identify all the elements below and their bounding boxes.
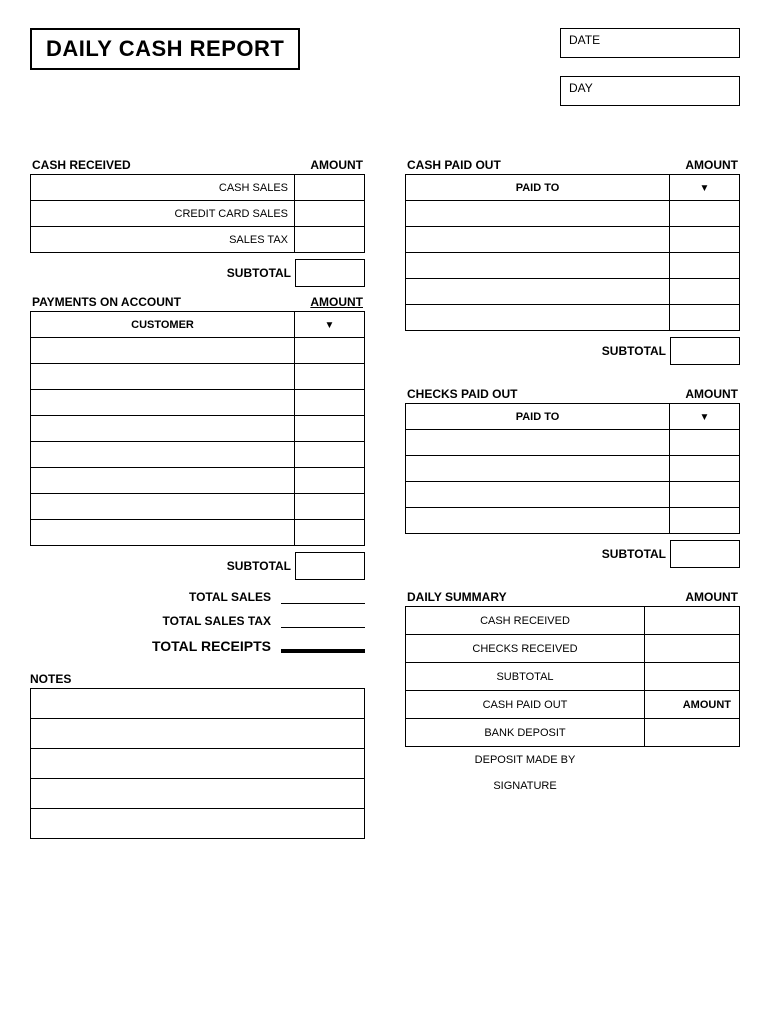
sales-tax-amount[interactable] bbox=[295, 227, 365, 253]
total-receipts-label: TOTAL RECEIPTS bbox=[152, 638, 271, 654]
paid-to-cell[interactable] bbox=[406, 227, 670, 253]
payments-subtotal-label: SUBTOTAL bbox=[227, 559, 291, 573]
notes-cell[interactable] bbox=[31, 749, 365, 779]
payment-amount-cell[interactable] bbox=[295, 338, 365, 364]
checks-amount-cell[interactable] bbox=[670, 430, 740, 456]
notes-cell[interactable] bbox=[31, 809, 365, 839]
notes-cell[interactable] bbox=[31, 779, 365, 809]
payment-amount-cell[interactable] bbox=[295, 468, 365, 494]
summary-cash-paid-out: CASH PAID OUT bbox=[406, 691, 645, 719]
cash-received-subtotal-box[interactable] bbox=[295, 259, 365, 287]
total-sales-line[interactable] bbox=[281, 590, 365, 604]
checks-paid-table: PAID TO ▼ bbox=[405, 403, 740, 534]
checks-paid-header: CHECKS PAID OUT bbox=[407, 387, 517, 401]
customer-header: CUSTOMER bbox=[31, 312, 295, 338]
paid-amount-cell[interactable] bbox=[670, 253, 740, 279]
summary-amount-cell[interactable] bbox=[645, 663, 740, 691]
summary-deposit-made-by: DEPOSIT MADE BY bbox=[406, 747, 645, 773]
paid-to-cell[interactable] bbox=[406, 201, 670, 227]
payment-amount-cell[interactable] bbox=[295, 364, 365, 390]
summary-bank-deposit: BANK DEPOSIT bbox=[406, 719, 645, 747]
checks-paid-to-cell[interactable] bbox=[406, 508, 670, 534]
customer-cell[interactable] bbox=[31, 442, 295, 468]
paid-amount-cell[interactable] bbox=[670, 279, 740, 305]
cash-sales-label: CASH SALES bbox=[31, 175, 295, 201]
customer-cell[interactable] bbox=[31, 520, 295, 546]
customer-cell[interactable] bbox=[31, 338, 295, 364]
payment-amount-cell[interactable] bbox=[295, 494, 365, 520]
chevron-down-icon: ▼ bbox=[325, 320, 335, 331]
daily-summary-table: CASH RECEIVED CHECKS RECEIVED SUBTOTAL C… bbox=[405, 606, 740, 799]
daily-summary-header: DAILY SUMMARY bbox=[407, 590, 507, 604]
payments-header: PAYMENTS ON ACCOUNT bbox=[32, 295, 181, 309]
day-field[interactable]: DAY bbox=[560, 76, 740, 106]
summary-amount-label: AMOUNT bbox=[645, 691, 740, 719]
checks-amount-cell[interactable] bbox=[670, 482, 740, 508]
summary-cash-received: CASH RECEIVED bbox=[406, 607, 645, 635]
cash-paid-table: PAID TO ▼ bbox=[405, 174, 740, 331]
cash-paid-subtotal-label: SUBTOTAL bbox=[602, 344, 666, 358]
notes-table bbox=[30, 688, 365, 839]
sales-tax-label: SALES TAX bbox=[31, 227, 295, 253]
payments-subtotal-box[interactable] bbox=[295, 552, 365, 580]
summary-subtotal: SUBTOTAL bbox=[406, 663, 645, 691]
summary-checks-received: CHECKS RECEIVED bbox=[406, 635, 645, 663]
paid-to-cell[interactable] bbox=[406, 253, 670, 279]
cash-received-header: CASH RECEIVED bbox=[32, 158, 131, 172]
notes-cell[interactable] bbox=[31, 689, 365, 719]
payments-amount-header: AMOUNT bbox=[310, 295, 363, 309]
checks-paid-to-header: PAID TO bbox=[406, 404, 670, 430]
cash-received-subtotal-label: SUBTOTAL bbox=[227, 266, 291, 280]
total-sales-tax-label: TOTAL SALES TAX bbox=[163, 614, 271, 628]
total-receipts-line[interactable] bbox=[281, 639, 365, 653]
payment-amount-cell[interactable] bbox=[295, 416, 365, 442]
paid-amount-cell[interactable] bbox=[670, 201, 740, 227]
checks-paid-subtotal-label: SUBTOTAL bbox=[602, 547, 666, 561]
checks-paid-to-cell[interactable] bbox=[406, 456, 670, 482]
total-sales-label: TOTAL SALES bbox=[189, 590, 271, 604]
deposit-made-by-cell[interactable] bbox=[645, 747, 740, 773]
summary-signature: SIGNATURE bbox=[406, 773, 645, 799]
payment-amount-cell[interactable] bbox=[295, 442, 365, 468]
amount-header: AMOUNT bbox=[310, 158, 363, 172]
report-title: DAILY CASH REPORT bbox=[30, 28, 300, 70]
checks-paid-to-cell[interactable] bbox=[406, 482, 670, 508]
checks-amount-cell[interactable] bbox=[670, 508, 740, 534]
customer-cell[interactable] bbox=[31, 416, 295, 442]
customer-cell[interactable] bbox=[31, 390, 295, 416]
notes-cell[interactable] bbox=[31, 719, 365, 749]
checks-paid-to-cell[interactable] bbox=[406, 430, 670, 456]
paid-amount-cell[interactable] bbox=[670, 227, 740, 253]
checks-paid-subtotal-box[interactable] bbox=[670, 540, 740, 568]
chevron-down-icon: ▼ bbox=[700, 412, 710, 423]
summary-amount-header: AMOUNT bbox=[685, 590, 738, 604]
paid-to-header: PAID TO bbox=[406, 175, 670, 201]
cash-received-table: CASH SALES CREDIT CARD SALES SALES TAX bbox=[30, 174, 365, 253]
cash-sales-amount[interactable] bbox=[295, 175, 365, 201]
credit-card-sales-label: CREDIT CARD SALES bbox=[31, 201, 295, 227]
paid-to-cell[interactable] bbox=[406, 279, 670, 305]
cash-paid-amount-header: AMOUNT bbox=[685, 158, 738, 172]
signature-cell[interactable] bbox=[645, 773, 740, 799]
total-sales-tax-line[interactable] bbox=[281, 614, 365, 628]
paid-to-cell[interactable] bbox=[406, 305, 670, 331]
credit-card-sales-amount[interactable] bbox=[295, 201, 365, 227]
customer-cell[interactable] bbox=[31, 364, 295, 390]
date-field[interactable]: DATE bbox=[560, 28, 740, 58]
cash-paid-out-header: CASH PAID OUT bbox=[407, 158, 501, 172]
cash-paid-subtotal-box[interactable] bbox=[670, 337, 740, 365]
payment-amount-cell[interactable] bbox=[295, 520, 365, 546]
paid-amount-cell[interactable] bbox=[670, 305, 740, 331]
checks-paid-amount-header: AMOUNT bbox=[685, 387, 738, 401]
payment-amount-cell[interactable] bbox=[295, 390, 365, 416]
summary-amount-cell[interactable] bbox=[645, 719, 740, 747]
checks-amount-cell[interactable] bbox=[670, 456, 740, 482]
summary-amount-cell[interactable] bbox=[645, 635, 740, 663]
notes-header: NOTES bbox=[30, 672, 365, 686]
customer-cell[interactable] bbox=[31, 494, 295, 520]
customer-cell[interactable] bbox=[31, 468, 295, 494]
summary-amount-cell[interactable] bbox=[645, 607, 740, 635]
payments-table: CUSTOMER ▼ bbox=[30, 311, 365, 546]
chevron-down-icon: ▼ bbox=[700, 183, 710, 194]
